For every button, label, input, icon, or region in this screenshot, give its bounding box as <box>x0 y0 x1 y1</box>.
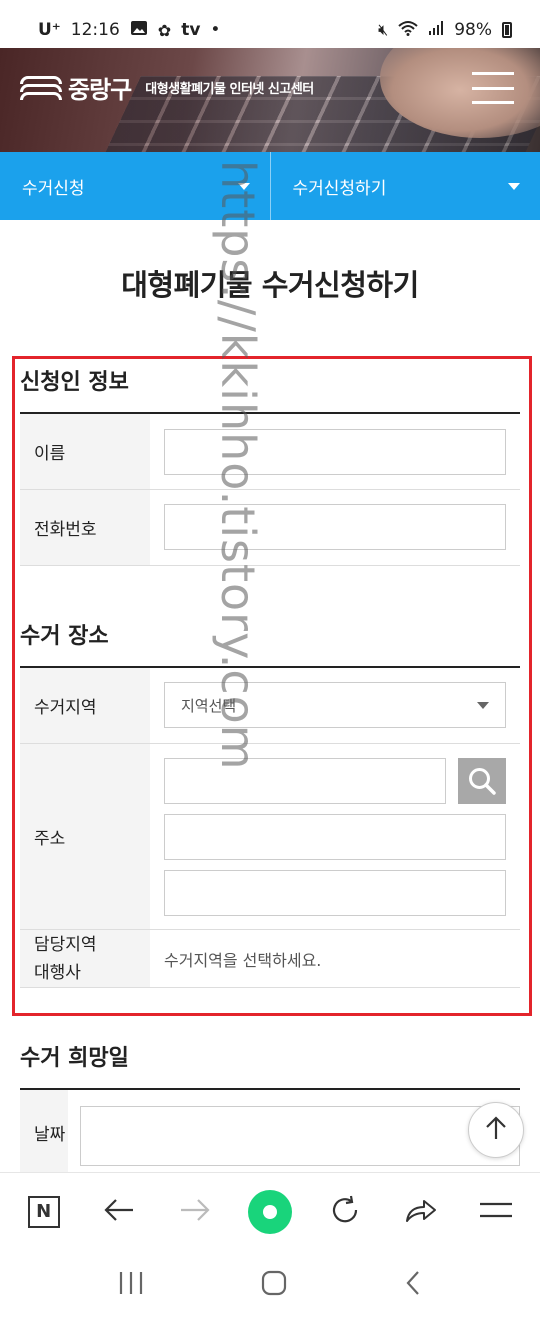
phone-input[interactable] <box>164 504 506 550</box>
green-dot-icon <box>247 1189 292 1234</box>
share-icon <box>404 1196 438 1228</box>
system-navigation-bar <box>0 1250 540 1320</box>
row-body <box>68 1090 520 1174</box>
address-detail-input[interactable] <box>164 870 506 916</box>
row-body <box>150 490 520 565</box>
area-select-value: 지역선택 <box>181 696 237 715</box>
browser-toolbar: N <box>0 1172 540 1250</box>
postcode-input[interactable] <box>164 758 446 804</box>
area-select[interactable]: 지역선택 <box>164 682 506 728</box>
address-input[interactable] <box>164 814 506 860</box>
nav-dropdown-page[interactable]: 수거신청하기 <box>269 152 540 220</box>
browser-menu-button[interactable] <box>468 1184 524 1240</box>
status-bar-right: 🔇︎ 98% <box>378 20 512 40</box>
arrow-up-icon <box>483 1115 509 1145</box>
logo-name: 중랑구 <box>68 76 132 104</box>
system-back-button[interactable] <box>403 1269 423 1301</box>
nav-dropdown-category[interactable]: 수거신청 <box>0 152 270 220</box>
logo-mark-icon <box>20 72 62 104</box>
section-title-location: 수거 장소 <box>20 624 109 649</box>
address-search-button[interactable] <box>458 758 506 804</box>
caret-down-icon <box>237 182 250 190</box>
menu-icon <box>479 1200 513 1224</box>
date-input[interactable] <box>80 1106 520 1166</box>
logo-subtitle: 대형생활폐기물 인터넷 신고센터 <box>145 82 314 97</box>
caret-down-icon <box>477 701 489 709</box>
address-label: 주소 <box>20 744 150 929</box>
nav-dropdown-category-label: 수거신청 <box>22 178 85 199</box>
nav-dropdown-page-label: 수거신청하기 <box>292 178 387 199</box>
home-button[interactable] <box>260 1269 288 1301</box>
agency-label-line1: 담당지역 <box>34 934 97 955</box>
green-dot-button[interactable] <box>242 1184 298 1240</box>
row-agency: 담당지역 대행사 수거지역을 선택하세요. <box>20 930 520 988</box>
row-body: 지역선택 <box>150 668 520 743</box>
area-label: 수거지역 <box>20 668 150 743</box>
row-body: 수거지역을 선택하세요. <box>150 930 520 987</box>
wifi-icon <box>398 20 418 40</box>
page: U⁺ 12:16 ✿ tv • 🔇︎ 98% 중랑구 대형생활폐기물 인터넷 신… <box>0 0 540 1320</box>
row-date: 날짜 <box>20 1090 520 1174</box>
status-bar-left: U⁺ 12:16 ✿ tv • <box>38 20 220 40</box>
page-title: 대형폐기물 수거신청하기 <box>121 268 419 302</box>
name-label: 이름 <box>20 414 150 489</box>
forward-button[interactable] <box>167 1184 223 1240</box>
row-body <box>150 414 520 489</box>
refresh-button[interactable] <box>317 1184 373 1240</box>
battery-percent: 98% <box>454 20 492 40</box>
share-button[interactable] <box>393 1184 449 1240</box>
search-icon <box>467 766 497 796</box>
arrow-right-icon <box>179 1197 211 1227</box>
hamburger-menu-icon[interactable] <box>472 72 514 104</box>
header-banner: 중랑구 대형생활폐기물 인터넷 신고센터 <box>0 48 540 152</box>
caret-down-icon <box>508 182 520 190</box>
battery-icon <box>502 22 512 38</box>
row-area: 수거지역 지역선택 <box>20 668 520 744</box>
row-phone: 전화번호 <box>20 490 520 566</box>
mute-icon: 🔇︎ <box>378 20 389 39</box>
arrow-left-icon <box>103 1197 135 1227</box>
nav-bar: 수거신청 수거신청하기 <box>0 152 540 220</box>
phone-label: 전화번호 <box>20 490 150 565</box>
row-address: 주소 <box>20 744 520 930</box>
fan-icon: ✿ <box>157 20 172 40</box>
notification-dot: • <box>210 20 221 40</box>
name-input[interactable] <box>164 429 506 475</box>
section-title-schedule: 수거 희망일 <box>20 1046 129 1071</box>
clock: 12:16 <box>70 20 120 40</box>
naver-home-button[interactable]: N <box>16 1184 72 1240</box>
signal-icon <box>428 20 444 40</box>
site-logo[interactable]: 중랑구 대형생활폐기물 인터넷 신고센터 <box>20 70 314 105</box>
back-button[interactable] <box>91 1184 147 1240</box>
refresh-icon <box>329 1194 361 1230</box>
image-icon <box>130 20 148 40</box>
row-body <box>150 744 520 929</box>
row-name: 이름 <box>20 414 520 490</box>
agency-label-line2: 대행사 <box>34 962 81 983</box>
tv-icon: tv <box>181 20 201 40</box>
section-title-applicant: 신청인 정보 <box>20 370 129 395</box>
recent-apps-button[interactable] <box>117 1270 145 1300</box>
agency-text: 수거지역을 선택하세요. <box>164 951 322 970</box>
carrier-label: U⁺ <box>38 20 61 40</box>
scroll-to-top-button[interactable] <box>468 1102 524 1158</box>
date-label: 날짜 <box>20 1090 68 1174</box>
naver-n-icon: N <box>27 1195 60 1228</box>
agency-label: 담당지역 대행사 <box>20 930 150 987</box>
